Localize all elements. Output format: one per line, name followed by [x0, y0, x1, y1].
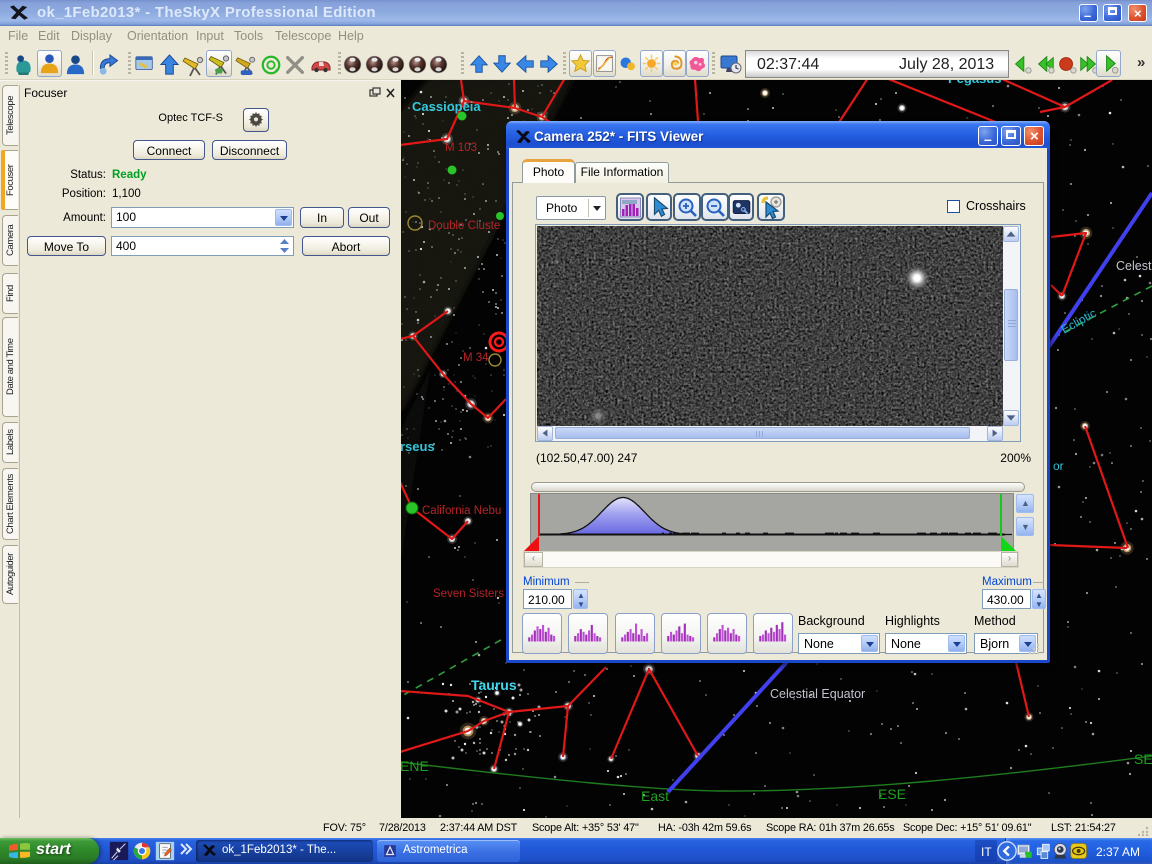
svg-text:California Nebu: California Nebu	[422, 505, 501, 517]
svg-text:SE: SE	[1134, 751, 1152, 767]
svg-text:ESE: ESE	[878, 786, 906, 802]
svg-text:Celest: Celest	[1116, 259, 1152, 273]
svg-text:East: East	[641, 788, 669, 804]
svg-text:Taurus: Taurus	[471, 677, 517, 693]
svg-text:Double Cluste: Double Cluste	[428, 220, 500, 232]
svg-text:Pegasus: Pegasus	[948, 80, 1001, 86]
svg-text:ENE: ENE	[401, 758, 429, 774]
svg-text:M 103: M 103	[445, 142, 477, 154]
svg-text:Celestial Equator: Celestial Equator	[770, 687, 865, 701]
svg-text:Seven Sisters: Seven Sisters	[433, 588, 504, 600]
svg-text:or: or	[1053, 459, 1064, 473]
svg-text:M 34: M 34	[463, 352, 489, 364]
svg-text:rseus: rseus	[401, 439, 435, 454]
svg-text:Cassiopeia: Cassiopeia	[412, 99, 481, 114]
